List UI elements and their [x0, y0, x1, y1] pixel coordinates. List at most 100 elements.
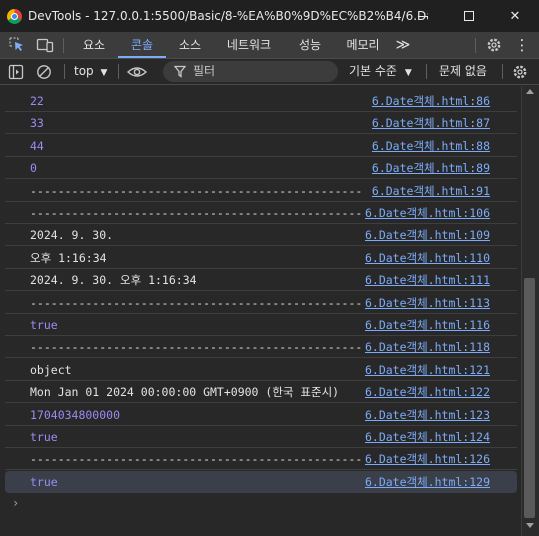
tab-memory[interactable]: 메모리 [336, 32, 390, 59]
window-title: DevTools - 127.0.0.1:5500/Basic/8-%EA%B0… [28, 9, 428, 23]
console-row: ----------------------------------------… [5, 180, 517, 202]
console-message: ----------------------------------------… [30, 340, 363, 355]
console-message: 22 [30, 94, 44, 108]
source-link[interactable]: 6.Date객체.html:126 [365, 448, 490, 470]
console-row: 0 6.Date객체.html:89 [5, 157, 517, 180]
scroll-down-icon[interactable] [526, 523, 534, 528]
active-tab-indicator [118, 56, 166, 58]
close-button[interactable]: ✕ [492, 0, 538, 32]
console-row: 2024. 9. 30. 6.Date객체.html:109 [5, 224, 517, 247]
console-row: 22 6.Date객체.html:86 [5, 90, 517, 112]
filter-placeholder: 필터 [193, 64, 216, 78]
source-link[interactable]: 6.Date객체.html:91 [372, 180, 490, 202]
maximize-icon [464, 11, 474, 21]
divider [118, 64, 119, 79]
console-message: 오후 1:16:34 [30, 250, 107, 265]
filter-input[interactable]: 필터 [163, 61, 338, 82]
console-prompt[interactable]: › [12, 496, 19, 510]
source-link[interactable]: 6.Date객체.html:110 [365, 247, 490, 269]
context-label: top [74, 64, 94, 78]
tab-console[interactable]: 콘솔 [118, 32, 166, 59]
close-icon: ✕ [509, 8, 521, 24]
more-options-button[interactable]: ⋮ [512, 32, 532, 59]
console-toolbar: top ▼ 필터 기본 수준 ▼ 문제 없음 [0, 59, 539, 85]
maximize-button[interactable] [446, 0, 492, 32]
source-link[interactable]: 6.Date객체.html:122 [365, 381, 490, 403]
minimize-icon [418, 15, 428, 17]
source-link[interactable]: 6.Date객체.html:113 [365, 292, 490, 314]
console-row: 오후 1:16:34 6.Date객체.html:110 [5, 247, 517, 269]
source-link[interactable]: 6.Date객체.html:89 [372, 157, 490, 179]
console-row: 2024. 9. 30. 오후 1:16:34 6.Date객체.html:111 [5, 269, 517, 292]
source-link[interactable]: 6.Date객체.html:129 [365, 471, 490, 493]
source-link[interactable]: 6.Date객체.html:124 [365, 426, 490, 448]
console-message: true [30, 430, 58, 444]
console-row: Mon Jan 01 2024 00:00:00 GMT+0900 (한국 표준… [5, 381, 517, 404]
console-message: object [30, 362, 72, 377]
console-message: Mon Jan 01 2024 00:00:00 GMT+0900 (한국 표준… [30, 385, 340, 400]
console-row: ----------------------------------------… [5, 292, 517, 314]
console-row: true 6.Date객체.html:116 [5, 314, 517, 336]
console-row: true 6.Date객체.html:124 [5, 426, 517, 448]
source-link[interactable]: 6.Date객체.html:109 [365, 224, 490, 246]
source-link[interactable]: 6.Date객체.html:123 [365, 404, 490, 426]
source-link[interactable]: 6.Date객체.html:116 [365, 314, 490, 336]
console-row: true 6.Date객체.html:129 [5, 470, 517, 493]
chrome-logo-icon [7, 8, 22, 24]
console-settings-gear-icon[interactable] [510, 63, 530, 81]
tab-performance[interactable]: 성능 [288, 32, 332, 59]
device-toolbar-icon[interactable] [35, 36, 55, 54]
chevron-down-icon: ▼ [404, 68, 412, 78]
source-link[interactable]: 6.Date객체.html:121 [365, 359, 490, 381]
source-link[interactable]: 6.Date객체.html:86 [372, 90, 490, 112]
console-message: ----------------------------------------… [30, 183, 363, 198]
panel-tab-bar: 요소 콘솔 소스 네트워크 성능 메모리 ≫ ⋮ [0, 32, 539, 59]
console-message: 44 [30, 138, 44, 153]
filter-icon [174, 65, 186, 78]
scrollbar-thumb[interactable] [524, 278, 535, 518]
clear-console-icon[interactable] [34, 63, 54, 81]
divider [475, 38, 476, 53]
minimize-button[interactable] [400, 0, 446, 32]
console-row: 44 6.Date객체.html:88 [5, 135, 517, 157]
source-link[interactable]: 6.Date객체.html:118 [365, 336, 490, 358]
divider [64, 64, 65, 79]
console-row: 1704034800000 6.Date객체.html:123 [5, 404, 517, 426]
gear-icon[interactable] [484, 36, 504, 54]
tab-elements[interactable]: 요소 [72, 32, 116, 59]
console-message: ----------------------------------------… [30, 452, 363, 467]
console-message: 1704034800000 [30, 407, 121, 422]
chevron-down-icon: ▼ [100, 68, 108, 78]
console-message: ----------------------------------------… [30, 206, 363, 220]
divider [502, 64, 503, 79]
log-level-dropdown[interactable]: 기본 수준 ▼ [349, 59, 412, 85]
console-message: 33 [30, 116, 44, 131]
source-link[interactable]: 6.Date객체.html:87 [372, 112, 490, 134]
console-message: true [30, 318, 58, 332]
source-link[interactable]: 6.Date객체.html:106 [365, 202, 490, 224]
sidebar-toggle-icon[interactable] [6, 63, 26, 81]
divider [63, 38, 64, 53]
tab-network[interactable]: 네트워크 [216, 32, 282, 59]
log-level-label: 기본 수준 [349, 64, 397, 78]
source-link[interactable]: 6.Date객체.html:111 [365, 269, 490, 291]
issues-counter[interactable]: 문제 없음 [439, 59, 487, 85]
console-message: ----------------------------------------… [30, 295, 363, 310]
console-message: 2024. 9. 30. [30, 228, 114, 243]
inspect-element-icon[interactable] [7, 36, 27, 54]
console-row: ----------------------------------------… [5, 202, 517, 224]
eye-icon[interactable] [126, 63, 148, 81]
divider [426, 64, 427, 79]
console-message: 0 [30, 161, 37, 176]
console-row: 33 6.Date객체.html:87 [5, 112, 517, 135]
console-output: 22 6.Date객체.html:86 33 6.Date객체.html:87 44 6.… [0, 86, 521, 536]
tab-sources[interactable]: 소스 [168, 32, 212, 59]
source-link[interactable]: 6.Date객체.html:88 [372, 135, 490, 157]
console-row: ----------------------------------------… [5, 448, 517, 471]
console-row: object 6.Date객체.html:121 [5, 359, 517, 381]
context-selector[interactable]: top ▼ [74, 59, 107, 85]
console-message: true [30, 474, 58, 489]
more-tabs-button[interactable]: ≫ [392, 32, 414, 59]
scroll-up-icon[interactable] [526, 89, 534, 94]
console-row: ----------------------------------------… [5, 336, 517, 359]
